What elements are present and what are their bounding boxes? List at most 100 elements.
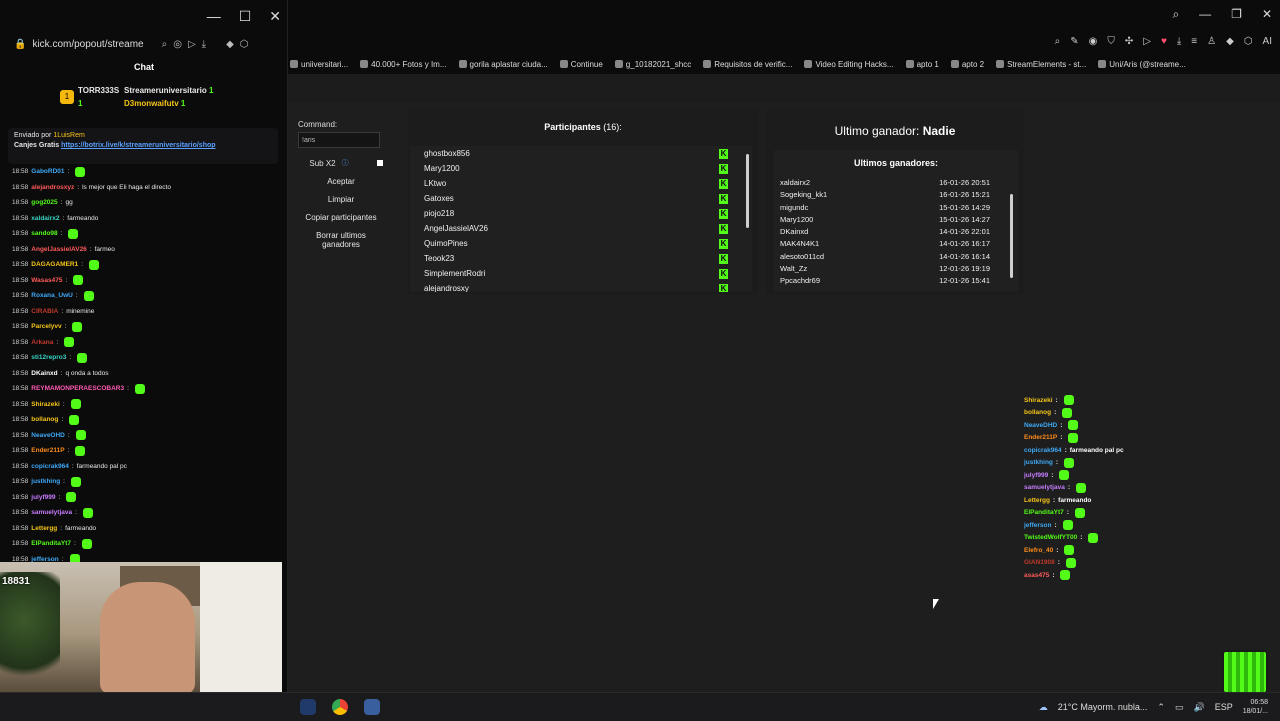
overlay-username: ElPanditaYt7 <box>1024 509 1064 517</box>
sub-x2-row[interactable]: Sub X2 ⓘ <box>298 158 394 168</box>
extension-icon[interactable]: ◆ <box>1226 36 1234 47</box>
chat-username[interactable]: sti12repro3 <box>31 354 66 361</box>
participant-row[interactable]: Mary1200 K <box>410 161 752 176</box>
participant-row[interactable]: ghostbox856 K <box>410 146 752 161</box>
chat-username[interactable]: ElPanditaYt7 <box>31 540 71 547</box>
menu-icon[interactable]: ≡ <box>1191 36 1197 47</box>
bookmark-item[interactable]: Uni/Aris (@streame... <box>1098 60 1186 69</box>
chat-username[interactable]: alejandrosxyz <box>31 184 74 191</box>
chat-username[interactable]: Lettergg <box>31 525 57 532</box>
participants-list[interactable]: ghostbox856 K Mary1200 K LKtwo K Gatoxes Kpiojo… <box>410 146 752 292</box>
accept-button[interactable]: Aceptar <box>298 177 384 186</box>
puzzle-icon[interactable]: ✣ <box>1125 36 1133 47</box>
download-icon[interactable]: ⤓ <box>202 39 206 50</box>
bookmark-item[interactable]: uniiversitari... <box>290 60 348 69</box>
chat-username[interactable]: Parcelyvv <box>31 323 61 330</box>
participant-row[interactable]: alejandrosxy K <box>410 281 752 292</box>
clock[interactable]: 06:58 18/01/... <box>1243 698 1268 716</box>
sub-x2-label: Sub X2 <box>309 158 336 168</box>
winners-scrollbar[interactable] <box>1010 194 1013 278</box>
play-icon[interactable]: ▷ <box>188 39 196 50</box>
network-icon[interactable]: ▭ <box>1175 702 1184 713</box>
volume-icon[interactable]: 🔊 <box>1193 702 1204 713</box>
close-icon[interactable]: ✕ <box>269 8 281 25</box>
edit-icon[interactable]: ✎ <box>1070 36 1078 47</box>
bookmark-item[interactable]: 40.000+ Fotos y Im... <box>360 60 447 69</box>
restore-icon[interactable]: ❐ <box>1231 7 1242 21</box>
participant-row[interactable]: Teook23 K <box>410 251 752 266</box>
account-icon[interactable]: ♙ <box>1207 36 1216 47</box>
pinned-link[interactable]: https://botrix.live/k/streameruniversita… <box>61 142 215 149</box>
bookmark-favicon-icon <box>905 60 914 68</box>
search-icon[interactable]: ⌕ <box>162 39 168 50</box>
participant-row[interactable]: piojo218 K <box>410 206 752 221</box>
download-icon[interactable]: ⤓ <box>1177 36 1181 47</box>
bookmark-item[interactable]: gorila aplastar ciuda... <box>458 60 548 69</box>
pinned-message[interactable]: Enviado por 1LuisRem Canjes Gratis https… <box>8 128 278 164</box>
maximize-icon[interactable]: ☐ <box>239 8 252 25</box>
participants-scrollbar[interactable] <box>746 154 749 228</box>
chat-username[interactable]: Ender211P <box>31 447 64 454</box>
zoom-icon[interactable]: ⌕ <box>1055 36 1061 47</box>
popout-url[interactable]: kick.com/popout/streame <box>32 39 143 50</box>
bookmark-item[interactable]: Requisitos de verific... <box>703 60 792 69</box>
chat-username[interactable]: xaldairx2 <box>31 215 59 222</box>
chat-username[interactable]: NeaveOHD <box>31 432 65 439</box>
bookmark-item[interactable]: Video Editing Hacks... <box>804 60 894 69</box>
language-indicator[interactable]: ESP <box>1215 702 1233 712</box>
chevron-up-icon[interactable]: ⌃ <box>1157 702 1165 713</box>
chat-username[interactable]: DKainxd <box>31 370 57 377</box>
cube-icon[interactable]: ⬡ <box>240 39 249 50</box>
copy-participants-button[interactable]: Copiar participantes <box>298 213 384 222</box>
participant-row[interactable]: LKtwo K <box>410 176 752 191</box>
bookmark-item[interactable]: Continue <box>559 60 603 69</box>
popout-address-bar[interactable]: 🔒 kick.com/popout/streame ⌕ ◎ ▷ ⤓ ◆ ⬡ <box>0 32 288 56</box>
leader-2: Streameruniversitario 1 <box>124 86 214 95</box>
shield-icon[interactable]: ⛉ <box>1107 36 1115 47</box>
sub-x2-checkbox[interactable] <box>376 160 383 166</box>
chat-username[interactable]: REYMAMONPERAESCOBAR3 <box>31 385 124 392</box>
minimize-icon[interactable]: — <box>1199 7 1211 21</box>
chat-username[interactable]: AngelJassielAV26 <box>31 246 87 253</box>
chat-username[interactable]: copicrak964 <box>31 463 69 470</box>
shield-icon[interactable]: ◎ <box>173 39 182 50</box>
heart-icon[interactable]: ♥ <box>1161 36 1167 47</box>
participant-row[interactable]: Gatoxes K <box>410 191 752 206</box>
clear-winners-button[interactable]: Borrar ultimos ganadores <box>298 231 384 249</box>
chat-username[interactable]: CIRABIA <box>31 308 58 315</box>
taskbar-app-icon[interactable] <box>364 699 380 715</box>
bookmark-item[interactable]: apto 1 <box>905 60 939 69</box>
chat-username[interactable]: Shirazeki <box>31 401 60 408</box>
chat-username[interactable]: julyf999 <box>31 494 55 501</box>
chat-username[interactable]: Arkana <box>31 339 53 346</box>
chat-username[interactable]: DAGAGAMER1 <box>31 261 78 268</box>
minimize-icon[interactable]: — <box>207 8 221 24</box>
cube-icon[interactable]: ⬡ <box>1244 36 1253 47</box>
close-icon[interactable]: ✕ <box>1262 7 1272 21</box>
chat-username[interactable]: justkhing <box>31 478 60 485</box>
participant-row[interactable]: AngelJassielAV26 K <box>410 221 752 236</box>
winners-list[interactable]: Ultimos ganadores: xaldairx2 16-01-26 20:… <box>774 150 1018 292</box>
weather-text[interactable]: 21°C Mayorm. nubla... <box>1058 702 1148 712</box>
camera-icon[interactable]: ◉ <box>1089 36 1098 47</box>
participant-row[interactable]: SimplementRodri K <box>410 266 752 281</box>
bookmark-item[interactable]: g_10182021_shcc <box>614 60 691 69</box>
chat-username[interactable]: sando98 <box>31 230 57 237</box>
chat-username[interactable]: bollanog <box>31 416 58 423</box>
command-input[interactable] <box>298 132 380 148</box>
chat-username[interactable]: GaboRD01 <box>31 168 64 175</box>
ai-button[interactable]: AI <box>1263 36 1272 47</box>
bookmark-item[interactable]: StreamElements - st... <box>996 60 1086 69</box>
search-tabs-icon[interactable]: ⌕ <box>1172 7 1179 22</box>
participant-row[interactable]: QuimoPines K <box>410 236 752 251</box>
chat-username[interactable]: Roxana_UwU <box>31 292 73 299</box>
play-icon[interactable]: ▷ <box>1143 36 1151 47</box>
extension-icon[interactable]: ◆ <box>226 39 234 50</box>
chat-username[interactable]: samuelytjava <box>31 509 72 516</box>
bookmark-item[interactable]: apto 2 <box>950 60 984 69</box>
chat-username[interactable]: gog2025 <box>31 199 57 206</box>
clear-button[interactable]: Limpiar <box>298 195 384 204</box>
chrome-icon[interactable] <box>332 699 348 715</box>
taskbar-app-icon[interactable] <box>300 699 316 715</box>
chat-username[interactable]: Wasas475 <box>31 277 62 284</box>
